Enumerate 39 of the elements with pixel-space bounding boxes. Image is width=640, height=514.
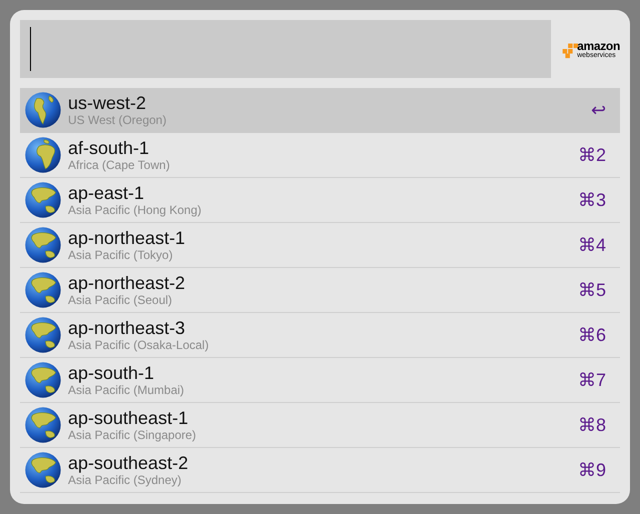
shortcut-label: ↩ xyxy=(591,98,606,122)
logo-wordmark: amazon xyxy=(577,40,620,52)
shortcut-label: ⌘2 xyxy=(578,144,606,166)
shortcut-label: ⌘7 xyxy=(578,368,606,392)
shortcut-label: ⌘3 xyxy=(578,188,606,212)
result-title: ap-northeast-2 xyxy=(68,273,186,293)
result-row[interactable]: ap-northeast-2 Asia Pacific (Seoul) ⌘5 xyxy=(20,268,620,313)
result-row[interactable]: ap-southeast-2 Asia Pacific (Sydney) ⌘9 xyxy=(20,448,620,493)
result-row[interactable]: ap-south-1 Asia Pacific (Mumbai) ⌘7 xyxy=(20,358,620,403)
shortcut-label: ⌘5 xyxy=(578,278,606,302)
shortcut-label: ⌘8 xyxy=(578,414,606,436)
result-title: us-west-2 xyxy=(68,93,148,113)
shortcut-label: ⌘6 xyxy=(578,324,606,346)
result-title: ap-southeast-1 xyxy=(68,408,190,428)
result-title: ap-northeast-3 xyxy=(68,318,186,338)
result-title: af-south-1 xyxy=(68,138,150,158)
result-subtitle: Asia Pacific (Osaka-Local) xyxy=(68,338,210,352)
text-cursor xyxy=(30,27,31,71)
result-subtitle: Africa (Cape Town) xyxy=(68,158,171,172)
shortcut-label: ⌘9 xyxy=(578,458,606,482)
result-title: ap-south-1 xyxy=(68,363,156,383)
result-subtitle: Asia Pacific (Tokyo) xyxy=(68,248,174,262)
result-title: ap-east-1 xyxy=(68,183,146,203)
result-title: ap-southeast-2 xyxy=(68,453,190,473)
result-row[interactable]: ap-northeast-3 Asia Pacific (Osaka-Local) ⌘6 xyxy=(20,313,620,358)
result-row[interactable]: ap-northeast-1 Asia Pacific (Tokyo) ⌘4 xyxy=(20,223,620,268)
result-row[interactable]: ap-east-1 Asia Pacific (Hong Kong) ⌘3 xyxy=(20,178,620,223)
search-field[interactable] xyxy=(20,20,552,78)
result-subtitle: Asia Pacific (Sydney) xyxy=(68,473,182,487)
result-subtitle: Asia Pacific (Mumbai) xyxy=(68,383,186,397)
result-row[interactable]: us-west-2 US West (Oregon) ↩ xyxy=(20,88,620,133)
shortcut-label: ⌘4 xyxy=(578,234,606,256)
result-subtitle: US West (Oregon) xyxy=(68,113,168,127)
result-title: ap-northeast-1 xyxy=(68,228,186,248)
result-subtitle: Asia Pacific (Seoul) xyxy=(68,293,174,307)
result-subtitle: Asia Pacific (Hong Kong) xyxy=(68,203,202,217)
result-subtitle: Asia Pacific (Singapore) xyxy=(68,428,198,442)
result-row[interactable]: af-south-1 Africa (Cape Town) ⌘2 xyxy=(20,133,620,178)
result-row[interactable]: ap-southeast-1 Asia Pacific (Singapore) ⌘8 xyxy=(20,403,620,448)
